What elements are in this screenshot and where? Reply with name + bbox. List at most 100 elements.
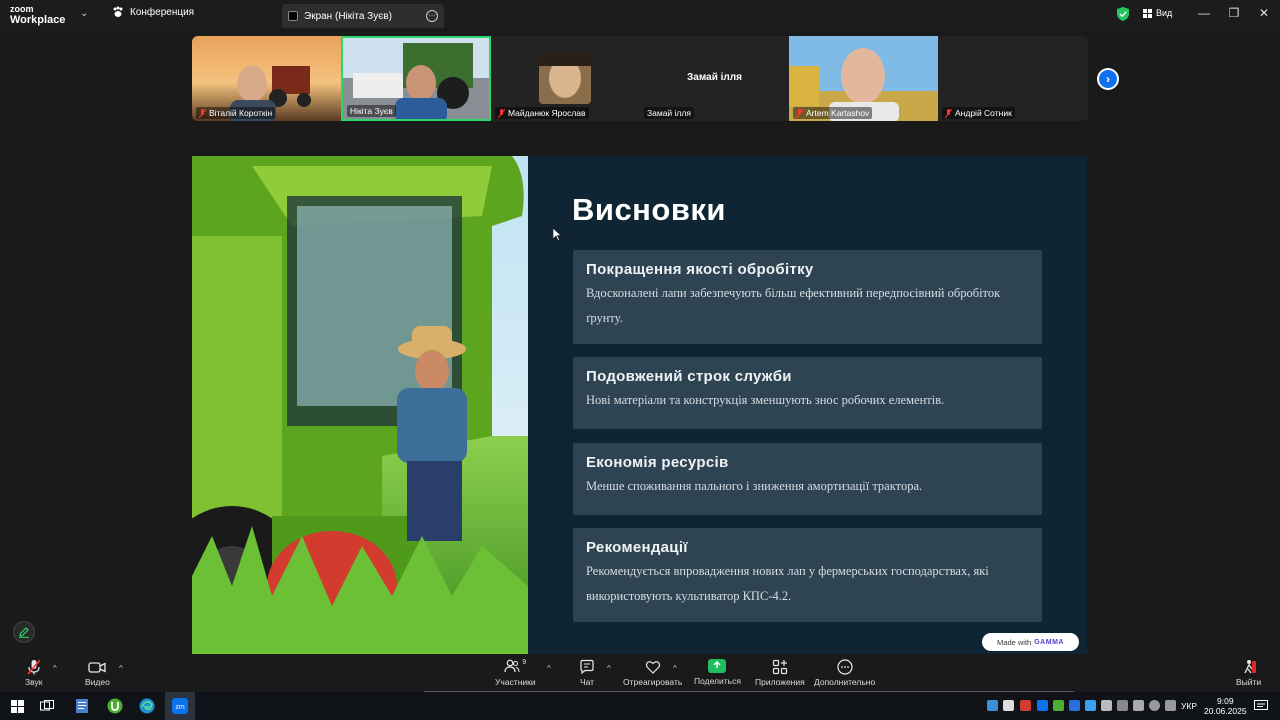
- participant-name: Майданюк Ярослав: [495, 107, 589, 119]
- shared-screen: Висновки Покращення якості обробітку Вдо…: [192, 156, 1087, 654]
- tray-app-icon[interactable]: [1085, 700, 1096, 711]
- tab-conference[interactable]: Конференция: [112, 6, 194, 18]
- pencil-icon: [19, 627, 29, 638]
- torrent-app-icon[interactable]: [105, 696, 125, 716]
- participant-name: Віталій Короткін: [196, 107, 276, 119]
- video-label: Видео: [85, 677, 110, 687]
- grid-icon: [1143, 8, 1152, 18]
- made-with-label: Made with: [997, 637, 1032, 647]
- language-indicator[interactable]: УКР: [1181, 701, 1197, 711]
- mic-muted-icon: [498, 108, 505, 118]
- chevron-right-icon: ›: [1099, 70, 1117, 88]
- more-icon: [836, 659, 853, 675]
- task-view-icon[interactable]: [37, 696, 57, 716]
- participant-name: Андрій Сотник: [942, 107, 1015, 119]
- more-options-icon[interactable]: ···: [426, 10, 438, 22]
- mic-muted-icon: [796, 108, 803, 118]
- title-bar: zoom Workplace ⌄ Конференция Экран (Нікі…: [0, 0, 1280, 30]
- share-label: Поделиться: [694, 676, 741, 686]
- chevron-up-icon[interactable]: ^: [607, 664, 611, 673]
- screen-icon: [288, 11, 298, 21]
- card-text: Нові матеріали та конструкція зменшують …: [586, 393, 945, 407]
- tab-conference-label: Конференция: [130, 6, 195, 18]
- leave-label: Выйти: [1236, 677, 1262, 687]
- mouse-cursor-icon: [553, 228, 561, 241]
- chat-button[interactable]: Чат: [579, 659, 595, 687]
- participants-count: 9: [522, 659, 527, 666]
- share-button[interactable]: Поделиться: [694, 659, 741, 686]
- tray-app-icon[interactable]: [1101, 700, 1112, 711]
- telegram-tray-icon[interactable]: [987, 700, 998, 711]
- conclusion-card: Подовжений строк служби Нові матеріали т…: [573, 357, 1042, 429]
- document-app-icon[interactable]: [72, 696, 92, 716]
- slide-title: Висновки: [572, 192, 726, 227]
- chevron-up-icon[interactable]: ^: [547, 664, 551, 673]
- restore-icon[interactable]: ❐: [1226, 6, 1242, 20]
- clock-date: 20.06.2025: [1204, 706, 1247, 716]
- mic-muted-icon: [945, 108, 952, 118]
- battery-icon[interactable]: [1117, 700, 1128, 711]
- volume-icon[interactable]: [1165, 700, 1176, 711]
- react-label: Отреагировать: [623, 677, 683, 687]
- zoom-logo[interactable]: zoom Workplace: [10, 4, 65, 26]
- video-button[interactable]: Видео: [85, 659, 110, 687]
- participant-tile-active[interactable]: Нікіта Зуєв: [341, 36, 491, 121]
- chevron-up-icon[interactable]: ^: [53, 664, 57, 673]
- participants-button[interactable]: 9 Участники: [495, 659, 536, 687]
- conclusion-card: Покращення якості обробітку Вдосконалені…: [573, 250, 1042, 344]
- apps-button[interactable]: Приложения: [755, 659, 805, 687]
- tab-screen-share[interactable]: Экран (Нікіта Зуєв) ···: [282, 4, 444, 28]
- video-strip: Віталій Короткін Нікіта Зуєв Майданюк Яр…: [192, 36, 1088, 121]
- logo-line1: zoom: [10, 4, 34, 14]
- participant-name: Нікіта Зуєв: [347, 105, 396, 117]
- slide-photo-tractor-farmer: [192, 156, 528, 654]
- leave-icon: [1243, 660, 1256, 674]
- tray-app-icon[interactable]: [1020, 700, 1031, 711]
- windows-start-icon[interactable]: [7, 696, 27, 716]
- shield-check-icon[interactable]: [1117, 7, 1129, 21]
- more-button[interactable]: Дополнительно: [814, 659, 875, 687]
- participant-tile[interactable]: Майданюк Ярослав: [491, 36, 640, 121]
- share-screen-icon: [708, 659, 727, 673]
- torrent-tray-icon[interactable]: [1053, 700, 1064, 711]
- tray-app-icon[interactable]: [1133, 700, 1144, 711]
- chevron-up-icon[interactable]: ^: [119, 664, 123, 673]
- next-page-button[interactable]: ›: [1097, 68, 1119, 90]
- minimize-icon[interactable]: —: [1196, 6, 1212, 20]
- participant-tile[interactable]: Віталій Короткін: [192, 36, 341, 121]
- chevron-up-icon[interactable]: ^: [673, 664, 677, 673]
- view-label: Вид: [1156, 8, 1173, 18]
- notifications-icon[interactable]: [1251, 696, 1271, 716]
- view-button[interactable]: Вид: [1143, 8, 1172, 18]
- zoom-app-icon[interactable]: zm: [170, 696, 190, 716]
- conclusion-card: Економія ресурсів Менше споживання пальн…: [573, 443, 1042, 515]
- participants-label: Участники: [495, 677, 536, 687]
- mic-muted-icon: [199, 108, 206, 118]
- close-icon[interactable]: ✕: [1256, 6, 1272, 20]
- chevron-down-icon[interactable]: ⌄: [80, 8, 88, 19]
- tab-screen-label: Экран (Нікіта Зуєв): [304, 10, 392, 22]
- participant-tile[interactable]: Artem Kartashov: [789, 36, 938, 121]
- more-label: Дополнительно: [814, 677, 876, 687]
- bluetooth-icon[interactable]: [1069, 700, 1080, 711]
- card-heading: Подовжений строк служби: [586, 368, 792, 385]
- card-heading: Покращення якості обробітку: [586, 261, 814, 278]
- annotate-button[interactable]: [13, 621, 35, 643]
- clock-time: 9:09: [1217, 696, 1234, 706]
- paw-icon: [113, 6, 123, 17]
- participant-tile[interactable]: Замай ілля Замай ілля: [640, 36, 789, 121]
- conclusion-card: Рекомендації Рекомендується впровадження…: [573, 528, 1042, 622]
- made-with-badge[interactable]: Made with GAMMA: [982, 633, 1079, 651]
- meeting-toolbar: Звук ^ Видео ^ 9 Участники ^ Чат ^ Отреа…: [0, 656, 1280, 693]
- audio-button[interactable]: Звук: [25, 659, 42, 687]
- participant-center-name: Замай ілля: [687, 72, 742, 83]
- tray-app-icon[interactable]: [1003, 700, 1014, 711]
- wifi-icon[interactable]: [1149, 700, 1160, 711]
- mic-muted-icon: [27, 659, 41, 675]
- clock[interactable]: 9:09 20.06.2025: [1204, 696, 1247, 716]
- zoom-tray-icon[interactable]: [1037, 700, 1048, 711]
- participant-tile[interactable]: Андрій Сотник: [938, 36, 1087, 121]
- card-text: Рекомендується впровадження нових лап у …: [586, 564, 989, 603]
- leave-button[interactable]: Выйти: [1236, 659, 1261, 687]
- edge-browser-icon[interactable]: [137, 696, 157, 716]
